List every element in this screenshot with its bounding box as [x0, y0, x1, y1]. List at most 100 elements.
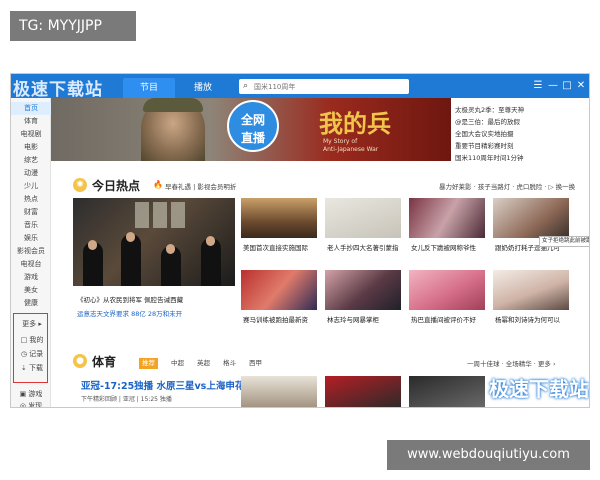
tab-laliga[interactable]: 西甲 [249, 358, 262, 369]
thumbnail[interactable] [325, 376, 401, 407]
search-input[interactable] [254, 79, 404, 94]
thumbnail[interactable] [409, 270, 485, 310]
user-icon: □ [20, 336, 28, 344]
thumbnail-caption[interactable]: 老人手抄四大名著引蒙指 [327, 242, 403, 252]
list-item[interactable]: 太极灵丸2季：至尊天神 [455, 104, 589, 116]
download-icon: ⇣ [20, 364, 27, 372]
banner-side-list: 太极灵丸2季：至尊天神 @是三伯：最后的放假 全国大会议实地拍摄 重要节目精彩赛… [455, 104, 589, 164]
sidebar-more[interactable]: 更多 ▸ [12, 318, 52, 331]
thumbnail[interactable] [325, 270, 401, 310]
thumbnail-caption[interactable]: 女儿反下跪被网称爷性 [411, 242, 487, 252]
sidebar-item-health[interactable]: 健康 [11, 297, 51, 310]
sidebar-item-hot[interactable]: 热点 [11, 193, 51, 206]
tab-csl[interactable]: 中超 [171, 358, 184, 369]
sports-main-banner[interactable]: 亚冠-17:25独播 水原三星vs上海申花 下午精彩回顾 | 亚冠 | 15:2… [73, 376, 244, 407]
tooltip: 女子拒绝跳此前被跟踪男子 [539, 236, 589, 247]
hot-section-links[interactable]: 暴力好莱影 · 孩子当路灯 · 虎口脱险 · ▷ 换一换 [439, 181, 575, 191]
tab-fighting[interactable]: 格斗 [223, 358, 236, 369]
thumbnail[interactable] [493, 270, 569, 310]
banner-subtitle-1: My Story of [323, 138, 358, 145]
search-icon: ⌕ [243, 81, 249, 91]
hot-main-caption-2[interactable]: 运意志天文界要求 88亿 28万和未开 [77, 308, 237, 318]
tab-epl[interactable]: 英超 [197, 358, 210, 369]
title-bar: 极速下载站 节目 播放 ⌕ ☰ — □ ✕ [11, 74, 589, 100]
face-shape [206, 236, 215, 246]
hot-section-title: 今日热点 [92, 179, 141, 193]
window-shape [153, 202, 167, 228]
watermark-bottom: www.webdouqiutiyu.com [387, 440, 590, 470]
sidebar-item-kids[interactable]: 少儿 [11, 180, 51, 193]
menu-icon[interactable]: ☰ [531, 78, 545, 94]
sidebar-item-home[interactable]: 首页 [11, 102, 51, 115]
live-badge-line2: 直播 [240, 131, 265, 145]
thumbnail[interactable] [241, 198, 317, 238]
list-item[interactable]: 全国大会议实地拍摄 [455, 128, 589, 140]
app-window: 极速下载站 节目 播放 ⌕ ☰ — □ ✕ 首页 体育 电视剧 电影 综艺 动漫… [10, 73, 590, 408]
thumbnail[interactable] [241, 270, 317, 310]
sidebar-item-variety[interactable]: 综艺 [11, 154, 51, 167]
sidebar-item-music[interactable]: 音乐 [11, 219, 51, 232]
sports-section-links[interactable]: 一周十佳球 · 全场精华 · 更多 › [467, 358, 556, 368]
thumbnail[interactable] [409, 376, 485, 407]
watermark-top: TG: MYYJJPP [10, 11, 136, 41]
search-box[interactable]: ⌕ [239, 79, 409, 94]
hot-main-image[interactable] [73, 198, 235, 286]
tab-recommend[interactable]: 推荐 [139, 358, 158, 369]
sidebar-item-finance[interactable]: 财富 [11, 206, 51, 219]
hero-banner[interactable]: 全网 直播 我的兵 My Story of Anti-Japanese War [51, 98, 451, 161]
sidebar-item-entertainment[interactable]: 娱乐 [11, 232, 51, 245]
gamepad-icon: ▣ [19, 390, 27, 398]
sidebar-item-games[interactable]: 游戏 [11, 271, 51, 284]
sidebar-item-anime[interactable]: 动漫 [11, 167, 51, 180]
hot-section-note[interactable]: 早春礼遇 | 影视会员明折 [165, 181, 236, 191]
banner-title: 我的兵 [319, 109, 391, 138]
sidebar-item-mine[interactable]: □ 我的 [12, 334, 52, 347]
ball-icon: ● [73, 354, 87, 368]
sidebar-item-movies[interactable]: 电影 [11, 141, 51, 154]
sidebar-item-vip[interactable]: 影视会员 [11, 245, 51, 258]
sidebar-item-download[interactable]: ⇣ 下载 [12, 362, 52, 375]
sports-banner-title: 亚冠-17:25独播 水原三星vs上海申花 [81, 381, 245, 392]
hot-main-caption-1[interactable]: 《初心》从农民到将军 佩腔告诫西藏 [77, 294, 237, 304]
thumbnail[interactable] [493, 198, 569, 238]
sports-section-title: 体育 [92, 355, 117, 369]
maximize-icon[interactable]: □ [560, 78, 574, 94]
sidebar-item-beauty[interactable]: 美女 [11, 284, 51, 297]
sports-banner-subtitle: 下午精彩回顾 | 亚冠 | 15:25 独播 [81, 396, 172, 403]
thumbnail[interactable] [241, 376, 317, 407]
tab-programs[interactable]: 节目 [123, 78, 175, 98]
banner-subtitle-2: Anti-Japanese War [323, 146, 379, 153]
sidebar-item-discover[interactable]: ◎ 发现 [11, 400, 51, 408]
close-icon[interactable]: ✕ [574, 78, 588, 94]
sidebar-item-sports[interactable]: 体育 [11, 115, 51, 128]
list-item[interactable]: @是三伯：最后的放假 [455, 116, 589, 128]
live-badge: 全网 直播 [227, 100, 279, 152]
fire-icon: 🔥 [153, 180, 163, 189]
clock-icon: ◷ [20, 350, 27, 358]
face-shape [166, 244, 175, 254]
sidebar-item-label: 记录 [29, 350, 44, 358]
app-watermark: 极速下载站 [489, 377, 589, 401]
list-item[interactable]: 国米110周年时间1分钟 [455, 152, 589, 164]
thumbnail-caption[interactable]: 赛马训练被跑拍最新资 [243, 314, 319, 324]
sidebar-item-tv-station[interactable]: 电视台 [11, 258, 51, 271]
sidebar-item-label: 我的 [29, 336, 44, 344]
sun-icon: ✺ [73, 178, 87, 192]
tab-play[interactable]: 播放 [177, 78, 229, 98]
app-logo: 极速下载站 [13, 80, 103, 100]
thumbnail-caption[interactable]: 热巴直播间被评价不好 [411, 314, 487, 324]
thumbnail[interactable] [409, 198, 485, 238]
face-shape [88, 240, 97, 250]
sidebar-item-history[interactable]: ◷ 记录 [12, 348, 52, 361]
window-shape [171, 202, 185, 228]
thumbnail-caption[interactable]: 杨幂和刘诗诗为何可以 [495, 314, 571, 324]
sidebar-item-label: 发现 [28, 402, 43, 408]
thumbnail-caption[interactable]: 林志玲与网暴掌柜 [327, 314, 403, 324]
thumbnail-caption[interactable]: 美国首次直接实施国际 [243, 242, 319, 252]
banner-cap-shape [143, 98, 203, 112]
minimize-icon[interactable]: — [546, 78, 560, 94]
list-item[interactable]: 重要节目精彩赛时刻 [455, 140, 589, 152]
sidebar-item-tv-series[interactable]: 电视剧 [11, 128, 51, 141]
sidebar-item-label: 下载 [29, 364, 44, 372]
thumbnail[interactable] [325, 198, 401, 238]
